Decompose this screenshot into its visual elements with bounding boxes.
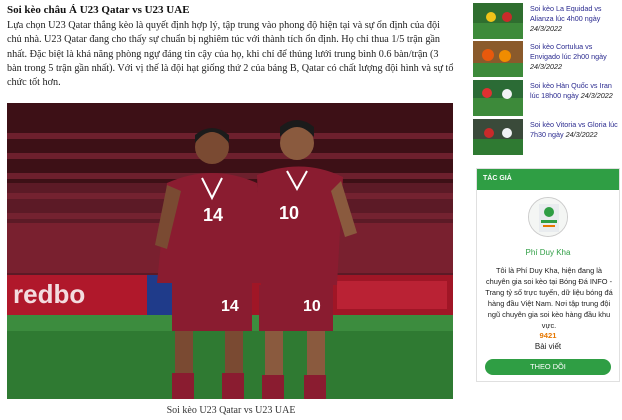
player-left-jersey-number: 14 xyxy=(203,205,223,225)
player-left-shorts-number: 14 xyxy=(221,298,239,315)
article-paragraph: Lựa chọn U23 Qatar thắng kèo là quyết đị… xyxy=(7,20,454,89)
news-item[interactable]: Soi kèo La Equidad vs Alianza lúc 4h00 n… xyxy=(473,3,619,39)
ad-board-text: redbo xyxy=(13,279,85,309)
author-description: Tôi là Phí Duy Kha, hiện đang là chuyên … xyxy=(485,266,613,330)
author-name[interactable]: Phí Duy Kha xyxy=(477,248,619,257)
news-date: 24/3/2022 xyxy=(565,130,598,139)
news-date: 24/3/2022 xyxy=(580,91,613,100)
news-item[interactable]: Soi kèo Vitoria vs Gloria lúc 7h30 ngày … xyxy=(473,119,619,155)
news-item[interactable]: Soi kèo Cortulua vs Envigado lúc 2h00 ng… xyxy=(473,41,619,77)
follow-button[interactable]: THEO DÕI xyxy=(485,359,611,375)
author-widget-header: TÁC GIẢ xyxy=(477,169,619,190)
news-thumbnail[interactable] xyxy=(473,41,523,77)
news-thumbnail[interactable] xyxy=(473,3,523,39)
section-heading: Soi kèo châu Á U23 Qatar vs U23 UAE xyxy=(7,4,190,16)
news-title[interactable]: Soi kèo La Equidad vs Alianza lúc 4h00 n… xyxy=(530,4,602,23)
news-item[interactable]: Soi kèo Hàn Quốc vs Iran lúc 18h00 ngày … xyxy=(473,80,619,116)
player-right-shorts-number: 10 xyxy=(303,298,321,315)
player-right-jersey-number: 10 xyxy=(279,203,299,223)
match-photo-illustration: redbo 14 14 10 10 xyxy=(7,103,453,399)
news-thumbnail[interactable] xyxy=(473,119,523,155)
article-photo: redbo 14 14 10 10 xyxy=(7,103,453,399)
post-count: 9421 xyxy=(539,331,557,340)
photo-caption: Soi kèo U23 Qatar vs U23 UAE xyxy=(166,405,296,416)
author-widget: TÁC GIẢ Phí Duy Kha Tôi là Phí Duy Kha, … xyxy=(476,168,620,382)
news-thumbnail[interactable] xyxy=(473,80,523,116)
post-count-label: Bài viết xyxy=(534,342,562,351)
article-main: Soi kèo châu Á U23 Qatar vs U23 UAE Lựa … xyxy=(0,0,462,420)
avatar[interactable] xyxy=(528,197,568,237)
news-date: 24/3/2022 xyxy=(530,62,562,71)
news-title[interactable]: Soi kèo Cortulua vs Envigado lúc 2h00 ng… xyxy=(530,42,607,61)
news-date: 24/3/2022 xyxy=(530,24,562,33)
